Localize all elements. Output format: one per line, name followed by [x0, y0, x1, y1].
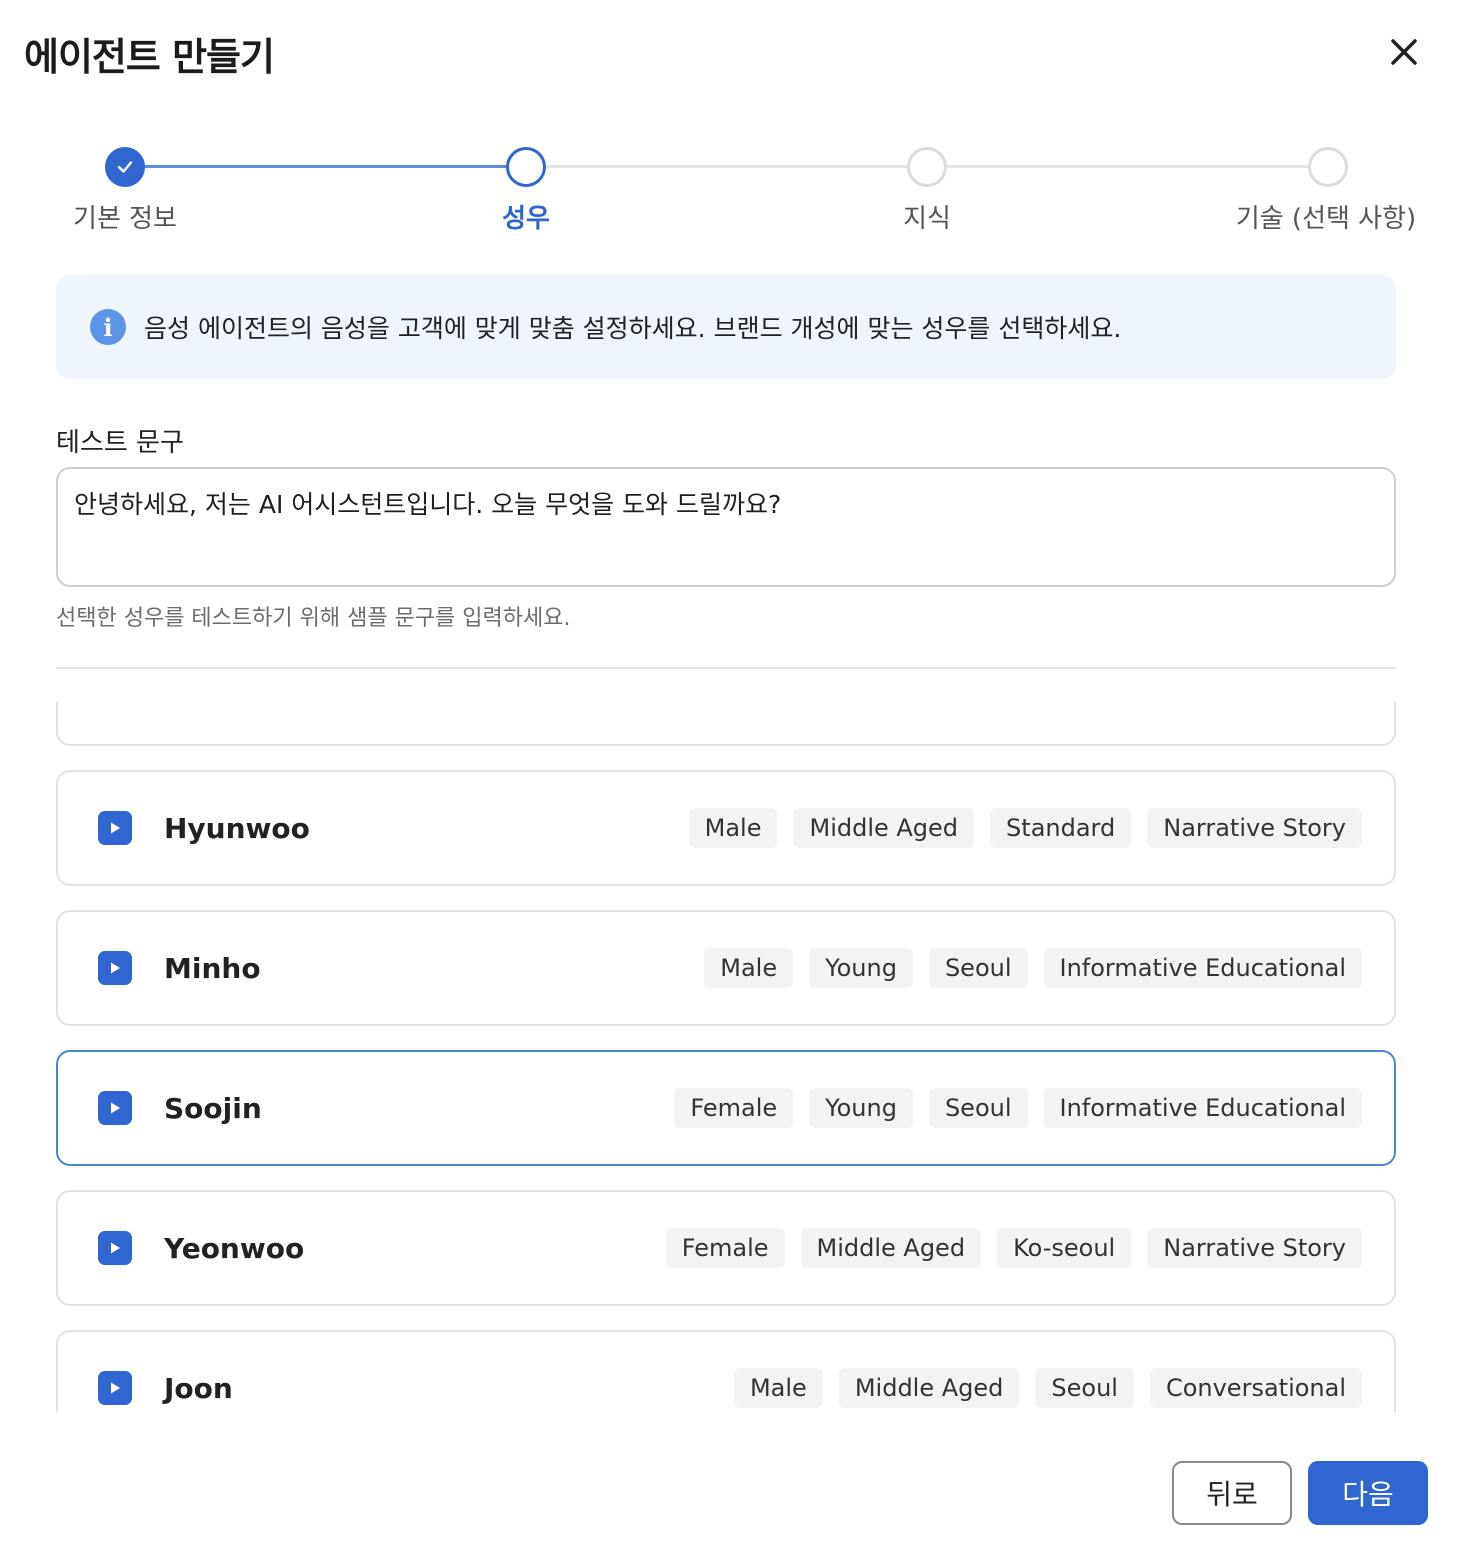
close-button[interactable] — [1380, 28, 1428, 76]
close-icon — [1391, 39, 1417, 65]
voice-card[interactable]: Minho Male Young Seoul Informative Educa… — [56, 910, 1396, 1026]
voice-tag: Middle Aged — [838, 1368, 1020, 1408]
voice-tag: Female — [665, 1228, 785, 1268]
voice-card-selected[interactable]: Soojin Female Young Seoul Informative Ed… — [56, 1050, 1396, 1166]
play-button[interactable] — [98, 811, 132, 845]
voice-name: Soojin — [164, 1091, 262, 1125]
voice-tag: Young — [809, 1088, 913, 1128]
voice-name: Yeonwoo — [164, 1231, 305, 1265]
play-button[interactable] — [98, 1091, 132, 1125]
step-3-label: 지식 — [903, 204, 951, 234]
info-icon: i — [90, 309, 126, 345]
voice-tag: Male — [688, 808, 778, 848]
back-button[interactable]: 뒤로 — [1172, 1461, 1292, 1525]
check-icon — [117, 161, 133, 173]
voice-tag: Female — [674, 1088, 794, 1128]
voice-tags: Female Young Seoul Informative Education… — [674, 1088, 1362, 1128]
step-3-indicator — [907, 147, 947, 187]
voice-name: Minho — [164, 951, 261, 985]
voice-tag: Conversational — [1149, 1368, 1362, 1408]
step-1-label: 기본 정보 — [73, 204, 177, 234]
voice-tag: Informative Educational — [1043, 1088, 1362, 1128]
voice-tag: Middle Aged — [793, 808, 975, 848]
step-2-indicator — [506, 147, 546, 187]
voice-name: Hyunwoo — [164, 811, 310, 845]
step-2-label: 성우 — [502, 204, 550, 234]
step-1-indicator — [105, 147, 145, 187]
voice-tags: Male Young Seoul Informative Educational — [704, 948, 1362, 988]
play-icon — [111, 1382, 120, 1394]
voice-tag: Informative Educational — [1043, 948, 1362, 988]
voice-tag: Male — [733, 1368, 823, 1408]
voice-card[interactable]: Yeonwoo Female Middle Aged Ko-seoul Narr… — [56, 1190, 1396, 1306]
test-phrase-input[interactable]: 안녕하세요, 저는 AI 어시스턴트입니다. 오늘 무엇을 도와 드릴까요? — [56, 467, 1396, 587]
voice-tag: Seoul — [928, 948, 1028, 988]
play-button[interactable] — [98, 1371, 132, 1405]
play-button[interactable] — [98, 1231, 132, 1265]
voice-tags: Male Middle Aged Standard Narrative Stor… — [688, 808, 1362, 848]
play-icon — [111, 822, 120, 834]
divider — [56, 667, 1396, 669]
voice-tags: Female Middle Aged Ko-seoul Narrative St… — [665, 1228, 1362, 1268]
step-connector — [546, 165, 908, 168]
step-connector — [947, 165, 1309, 168]
step-4-label: 기술 (선택 사항) — [1235, 204, 1417, 234]
test-phrase-label: 테스트 문구 — [56, 428, 184, 458]
voice-tag: Young — [809, 948, 913, 988]
step-connector — [145, 165, 507, 168]
voice-card[interactable]: Joon Male Middle Aged Seoul Conversation… — [56, 1330, 1396, 1412]
voice-tag: Narrative Story — [1147, 1228, 1362, 1268]
test-phrase-helper: 선택한 성우를 테스트하기 위해 샘플 문구를 입력하세요. — [56, 606, 571, 631]
voice-tag: Standard — [990, 808, 1132, 848]
play-button[interactable] — [98, 951, 132, 985]
voice-tag: Seoul — [1035, 1368, 1134, 1408]
voice-tag: Middle Aged — [800, 1228, 982, 1268]
voice-card[interactable]: Hyunwoo Male Middle Aged Standard Narrat… — [56, 770, 1396, 886]
voice-tag: Narrative Story — [1147, 808, 1362, 848]
voice-tag: Seoul — [928, 1088, 1028, 1128]
info-text: 음성 에이전트의 음성을 고객에 맞게 맞춤 설정하세요. 브랜드 개성에 맞는… — [144, 314, 1122, 343]
voice-name: Joon — [164, 1371, 233, 1405]
info-banner: i 음성 에이전트의 음성을 고객에 맞게 맞춤 설정하세요. 브랜드 개성에 … — [56, 275, 1396, 379]
voice-tag: Ko-seoul — [997, 1228, 1132, 1268]
voice-card-partial[interactable] — [56, 702, 1396, 746]
play-icon — [111, 1242, 120, 1254]
voice-list[interactable]: Hyunwoo Male Middle Aged Standard Narrat… — [0, 702, 1476, 1412]
voice-tag: Male — [704, 948, 794, 988]
next-button[interactable]: 다음 — [1308, 1461, 1428, 1525]
dialog-title: 에이전트 만들기 — [24, 35, 275, 79]
play-icon — [111, 962, 120, 974]
stepper: 기본 정보 성우 지식 기술 (선택 사항) — [0, 140, 1476, 240]
step-4-indicator — [1308, 147, 1348, 187]
voice-tags: Male Middle Aged Seoul Conversational — [733, 1368, 1362, 1408]
play-icon — [111, 1102, 120, 1114]
